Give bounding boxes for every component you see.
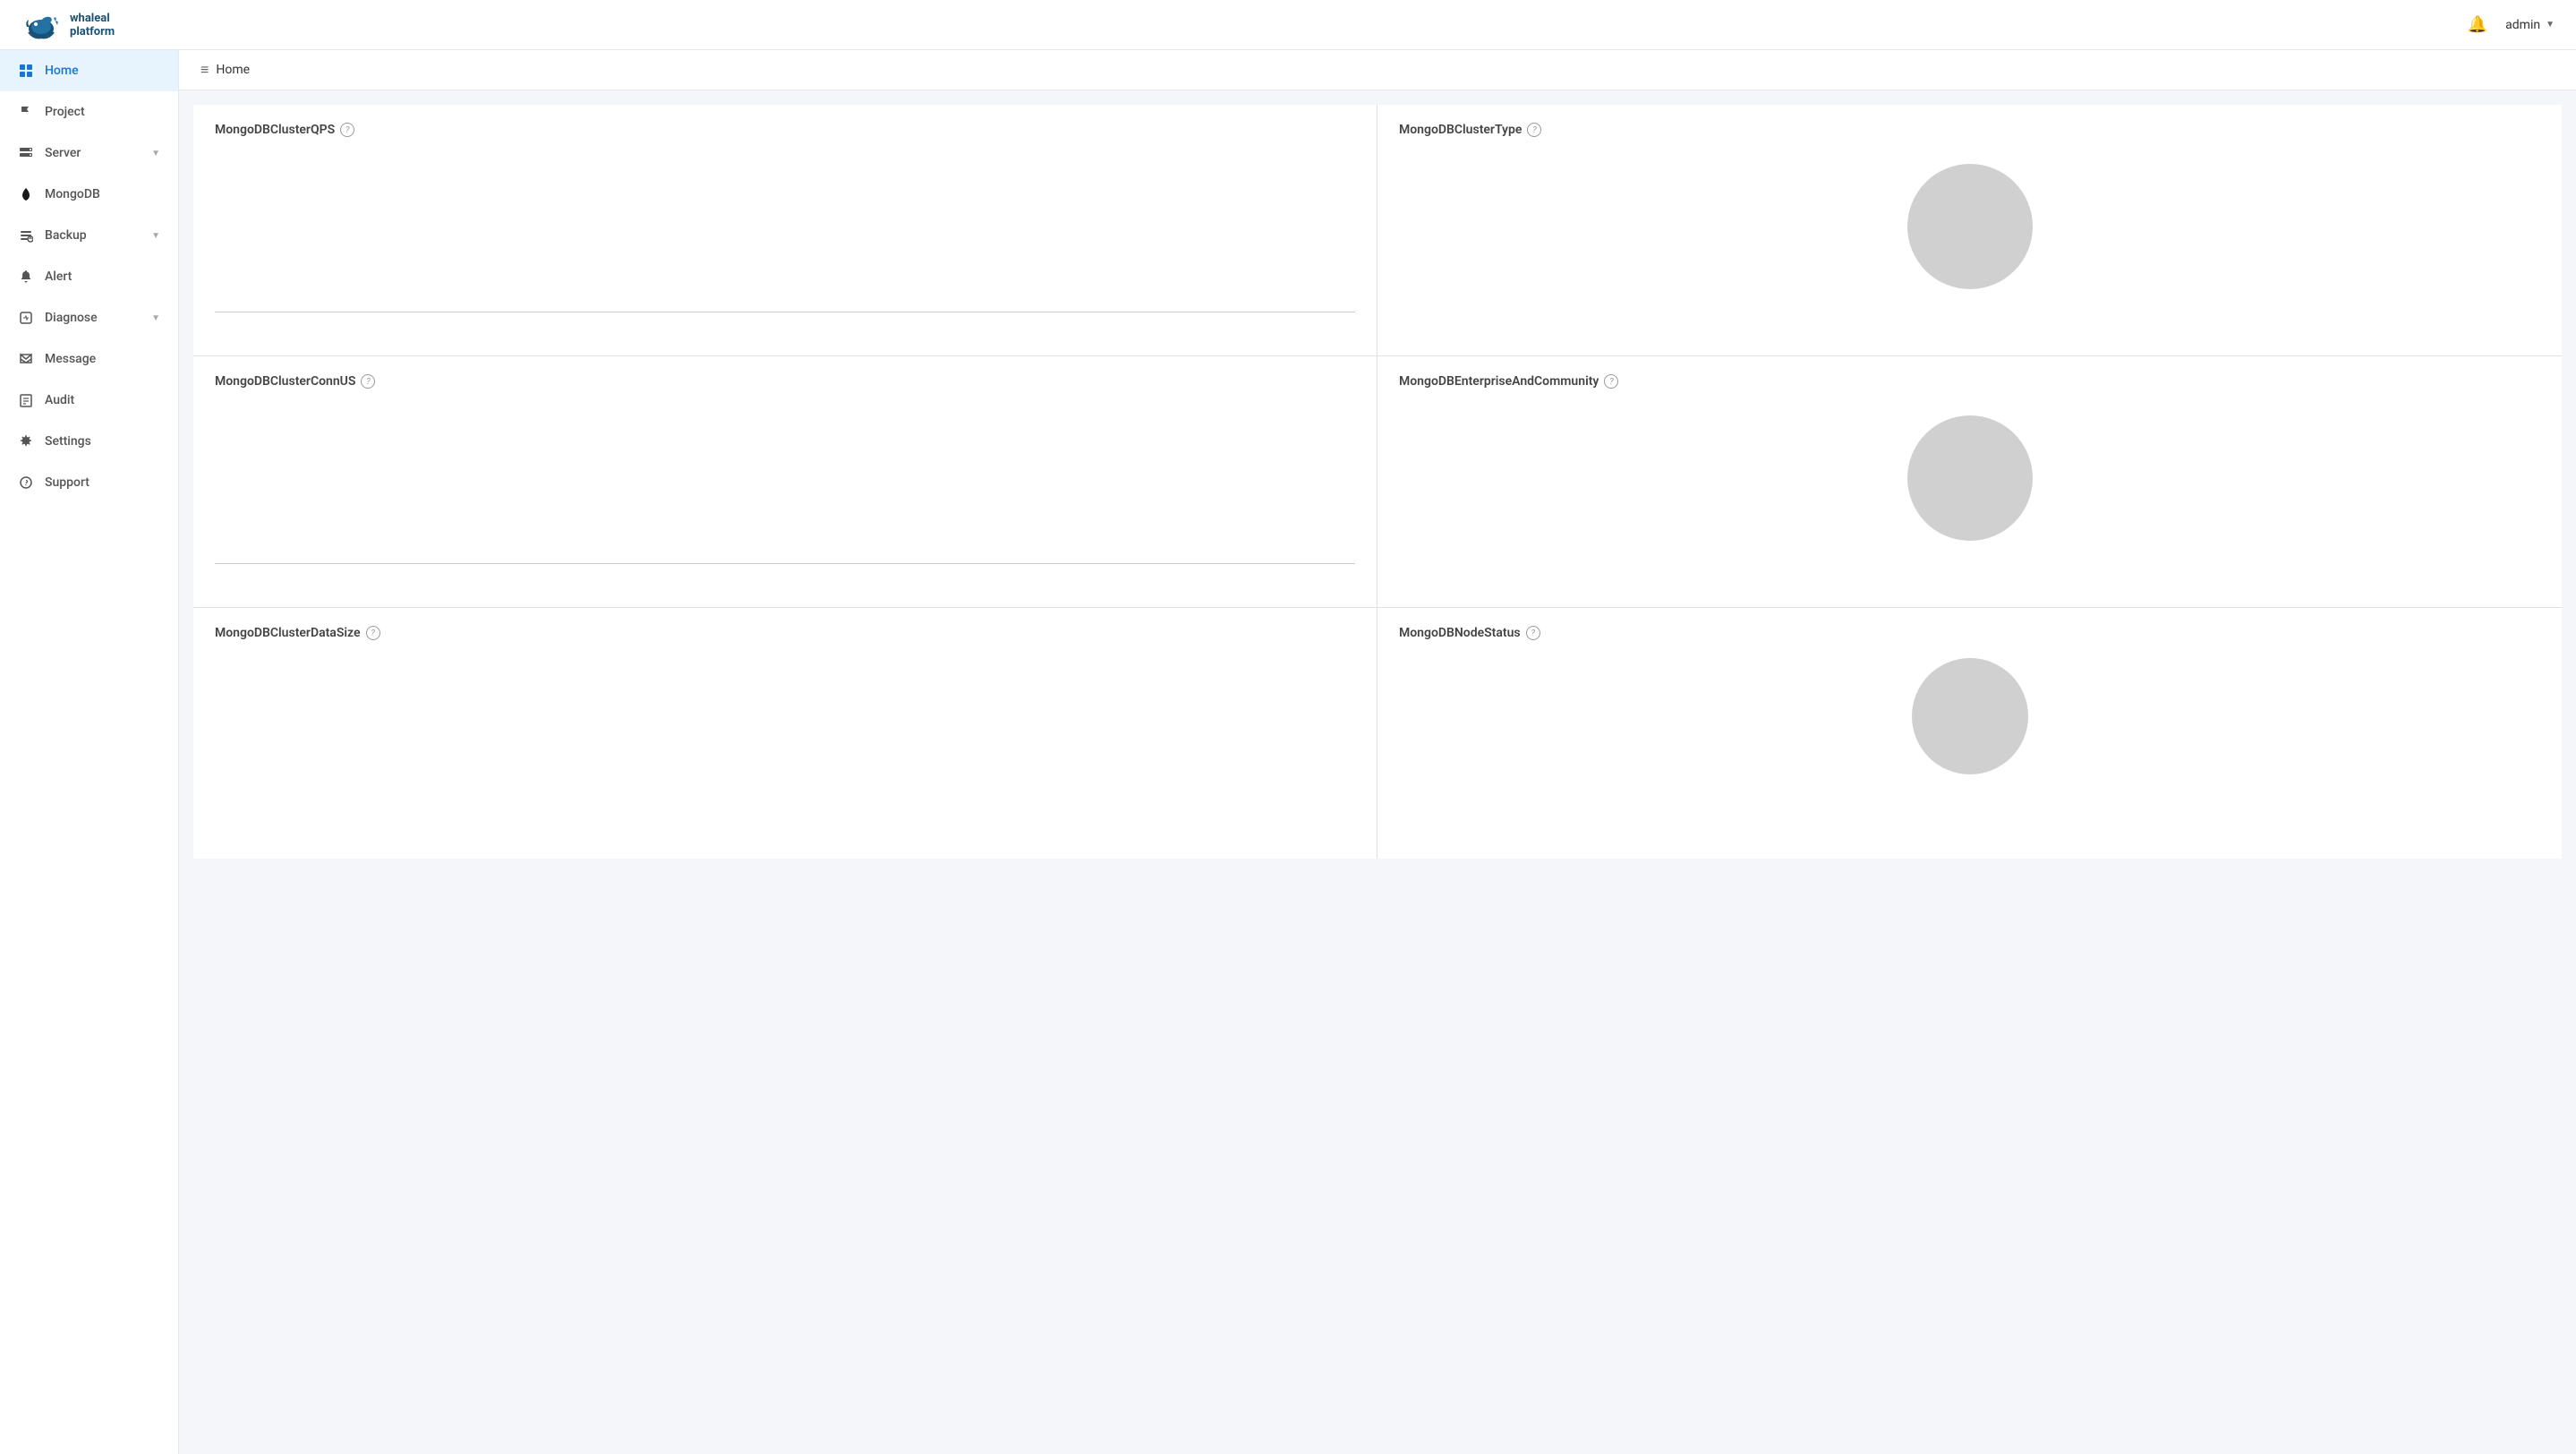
alert-bell-icon [18, 269, 34, 285]
audit-icon [18, 392, 34, 408]
sidebar-item-alert[interactable]: Alert [0, 256, 178, 297]
widget-conn-us-chart [215, 403, 1355, 582]
widget-conn-us-help-icon[interactable]: ? [361, 374, 375, 389]
sidebar-item-server[interactable]: Server ▼ [0, 133, 178, 174]
breadcrumb: ≡ Home [179, 50, 2576, 90]
sidebar-item-support[interactable]: Support [0, 462, 178, 503]
backup-icon [18, 227, 34, 244]
sidebar-label-settings: Settings [45, 434, 160, 449]
sidebar-label-message: Message [45, 352, 160, 366]
sidebar-label-backup: Backup [45, 228, 141, 243]
sidebar-label-home: Home [45, 64, 160, 78]
widget-cluster-type-help-icon[interactable]: ? [1527, 123, 1541, 137]
widget-cluster-type: MongoDBClusterType ? [1378, 105, 2562, 355]
widget-enterprise-title: MongoDBEnterpriseAndCommunity ? [1399, 374, 2540, 389]
backup-chevron-icon: ▼ [151, 231, 160, 241]
widget-conn-us: MongoDBClusterConnUS ? [193, 356, 1378, 607]
widget-qps-chart [215, 151, 1355, 330]
dashboard-row-3: MongoDBClusterDataSize ? MongoDBNodeStat… [193, 608, 2562, 859]
widget-conn-us-title: MongoDBClusterConnUS ? [215, 374, 1355, 389]
menu-icon: ≡ [200, 61, 209, 79]
sidebar-item-message[interactable]: Message [0, 338, 178, 380]
server-chevron-icon: ▼ [151, 149, 160, 158]
sidebar: Home Project Server ▼ MongoDB Back [0, 50, 179, 1454]
widget-enterprise-chart [1907, 415, 2033, 541]
sidebar-label-diagnose: Diagnose [45, 311, 141, 325]
main-content: ≡ Home MongoDBClusterQPS ? Mon [179, 50, 2576, 1454]
settings-gear-icon [18, 433, 34, 449]
flag-icon [18, 104, 34, 120]
widget-qps-help-icon[interactable]: ? [340, 123, 354, 137]
grid-icon [18, 63, 34, 79]
sidebar-item-home[interactable]: Home [0, 50, 178, 91]
widget-qps: MongoDBClusterQPS ? [193, 105, 1378, 355]
sidebar-label-project: Project [45, 105, 160, 119]
widget-node-status-chart [1912, 658, 2028, 774]
notification-bell-icon[interactable]: 🔔 [2468, 15, 2487, 34]
app-layout: Home Project Server ▼ MongoDB Back [0, 50, 2576, 1454]
user-menu[interactable]: admin ▼ [2505, 18, 2555, 32]
widget-node-status: MongoDBNodeStatus ? [1378, 608, 2562, 859]
whale-logo-icon [21, 5, 61, 45]
sidebar-item-settings[interactable]: Settings [0, 421, 178, 462]
message-icon [18, 351, 34, 367]
diagnose-icon [18, 310, 34, 326]
app-header: whaleal platform 🔔 admin ▼ [0, 0, 2576, 50]
support-icon [18, 475, 34, 491]
widget-data-size: MongoDBClusterDataSize ? [193, 608, 1378, 859]
widget-cluster-type-title: MongoDBClusterType ? [1399, 123, 2540, 137]
widget-enterprise: MongoDBEnterpriseAndCommunity ? [1378, 356, 2562, 607]
dashboard: MongoDBClusterQPS ? MongoDBClusterType ? [179, 90, 2576, 873]
diagnose-chevron-icon: ▼ [151, 313, 160, 323]
sidebar-label-audit: Audit [45, 393, 160, 407]
sidebar-item-project[interactable]: Project [0, 91, 178, 133]
sidebar-label-alert: Alert [45, 269, 160, 284]
sidebar-item-mongodb[interactable]: MongoDB [0, 174, 178, 215]
logo-text: whaleal platform [70, 12, 115, 38]
widget-qps-title: MongoDBClusterQPS ? [215, 123, 1355, 137]
sidebar-item-diagnose[interactable]: Diagnose ▼ [0, 297, 178, 338]
server-icon [18, 145, 34, 161]
dashboard-row-2: MongoDBClusterConnUS ? MongoDBEnterprise… [193, 356, 2562, 608]
widget-enterprise-help-icon[interactable]: ? [1604, 374, 1618, 389]
widget-cluster-type-chart [1907, 164, 2033, 289]
widget-data-size-title: MongoDBClusterDataSize ? [215, 626, 1355, 640]
sidebar-item-backup[interactable]: Backup ▼ [0, 215, 178, 256]
logo: whaleal platform [21, 5, 115, 45]
sidebar-label-mongodb: MongoDB [45, 187, 160, 201]
sidebar-label-support: Support [45, 475, 160, 490]
user-chevron-icon: ▼ [2546, 20, 2555, 30]
widget-node-status-title: MongoDBNodeStatus ? [1399, 626, 2540, 640]
mongodb-icon [18, 186, 34, 202]
username-label: admin [2505, 18, 2540, 32]
header-right: 🔔 admin ▼ [2468, 15, 2555, 34]
breadcrumb-label: Home [216, 63, 250, 77]
dashboard-row-1: MongoDBClusterQPS ? MongoDBClusterType ? [193, 105, 2562, 356]
widget-data-size-chart [215, 654, 1355, 834]
sidebar-label-server: Server [45, 146, 141, 160]
sidebar-item-audit[interactable]: Audit [0, 380, 178, 421]
widget-node-status-help-icon[interactable]: ? [1526, 626, 1540, 640]
chart-baseline-2 [215, 563, 1355, 564]
widget-data-size-help-icon[interactable]: ? [366, 626, 380, 640]
